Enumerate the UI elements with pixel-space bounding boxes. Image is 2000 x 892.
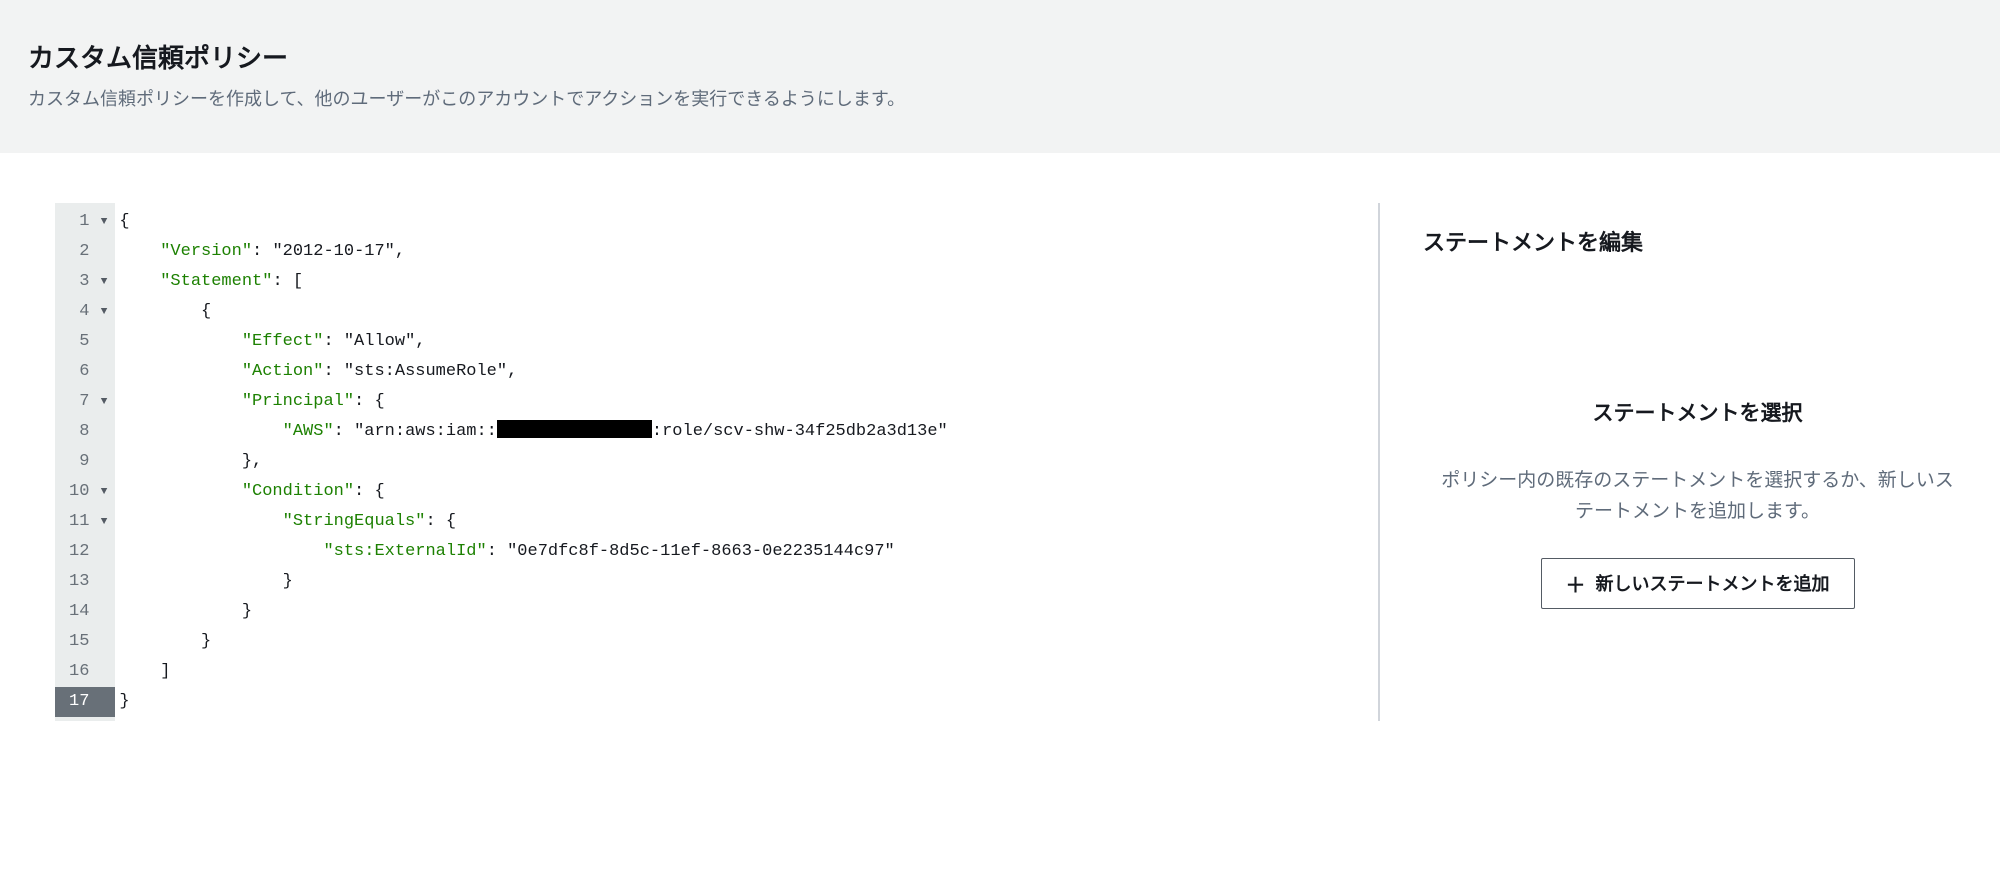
editor-code-area[interactable]: { "Version": "2012-10-17", "Statement": … — [115, 203, 1378, 721]
gutter-line: 1▼ — [69, 207, 107, 237]
editor-gutter: 1▼23▼4▼567▼8910▼11▼121314151617 — [55, 203, 115, 721]
plus-icon: ＋ — [1566, 569, 1586, 598]
gutter-line: 8 — [69, 417, 107, 447]
side-panel-text: ポリシー内の既存のステートメントを選択するか、新しいステートメントを追加します。 — [1423, 465, 1972, 528]
code-line[interactable]: } — [119, 567, 1378, 597]
side-panel-title: ステートメントを編集 — [1423, 203, 1972, 277]
policy-editor[interactable]: 1▼23▼4▼567▼8910▼11▼121314151617 { "Versi… — [55, 203, 1379, 721]
fold-icon[interactable]: ▼ — [95, 267, 107, 297]
page-description: カスタム信頼ポリシーを作成して、他のユーザーがこのアカウントでアクションを実行で… — [28, 85, 1972, 111]
code-line[interactable]: "Action": "sts:AssumeRole", — [119, 357, 1378, 387]
header-section: カスタム信頼ポリシー カスタム信頼ポリシーを作成して、他のユーザーがこのアカウン… — [0, 0, 2000, 153]
add-statement-button[interactable]: ＋ 新しいステートメントを追加 — [1541, 558, 1855, 609]
code-line[interactable]: "Effect": "Allow", — [119, 327, 1378, 357]
code-line[interactable]: "StringEquals": { — [119, 507, 1378, 537]
page-title: カスタム信頼ポリシー — [28, 38, 1972, 75]
editor-scrollbar[interactable] — [1379, 203, 1397, 721]
gutter-line: 9 — [69, 447, 107, 477]
gutter-line: 10▼ — [69, 477, 107, 507]
gutter-line: 16 — [69, 657, 107, 687]
gutter-line: 15 — [69, 627, 107, 657]
code-line[interactable]: } — [119, 687, 1378, 717]
gutter-line: 6 — [69, 357, 107, 387]
gutter-line: 11▼ — [69, 507, 107, 537]
fold-icon[interactable]: ▼ — [95, 477, 107, 507]
code-line[interactable]: "Statement": [ — [119, 267, 1378, 297]
fold-icon[interactable]: ▼ — [95, 507, 107, 537]
gutter-line: 17 — [55, 687, 115, 717]
side-panel-subtitle: ステートメントを選択 — [1423, 397, 1972, 427]
code-line[interactable]: } — [119, 597, 1378, 627]
code-line[interactable]: "sts:ExternalId": "0e7dfc8f-8d5c-11ef-86… — [119, 537, 1378, 567]
gutter-line: 3▼ — [69, 267, 107, 297]
gutter-line: 2 — [69, 237, 107, 267]
code-line[interactable]: }, — [119, 447, 1378, 477]
gutter-line: 4▼ — [69, 297, 107, 327]
code-line[interactable]: "Condition": { — [119, 477, 1378, 507]
redacted-text — [497, 420, 652, 438]
code-line[interactable]: { — [119, 297, 1378, 327]
gutter-line: 13 — [69, 567, 107, 597]
code-line[interactable]: "Version": "2012-10-17", — [119, 237, 1378, 267]
gutter-line: 12 — [69, 537, 107, 567]
gutter-line: 7▼ — [69, 387, 107, 417]
code-line[interactable]: } — [119, 627, 1378, 657]
gutter-line: 5 — [69, 327, 107, 357]
code-line[interactable]: "AWS": "arn:aws:iam:::role/scv-shw-34f25… — [119, 417, 1378, 447]
side-panel-body: ステートメントを選択 ポリシー内の既存のステートメントを選択するか、新しいステー… — [1423, 277, 1972, 609]
main-area: 1▼23▼4▼567▼8910▼11▼121314151617 { "Versi… — [0, 203, 2000, 721]
add-statement-label: 新しいステートメントを追加 — [1596, 570, 1830, 596]
gutter-line: 14 — [69, 597, 107, 627]
fold-icon[interactable]: ▼ — [95, 207, 107, 237]
statement-side-panel: ステートメントを編集 ステートメントを選択 ポリシー内の既存のステートメントを選… — [1397, 203, 1972, 721]
code-line[interactable]: "Principal": { — [119, 387, 1378, 417]
fold-icon[interactable]: ▼ — [95, 387, 107, 417]
code-line[interactable]: { — [119, 207, 1378, 237]
fold-icon[interactable]: ▼ — [95, 297, 107, 327]
code-line[interactable]: ] — [119, 657, 1378, 687]
